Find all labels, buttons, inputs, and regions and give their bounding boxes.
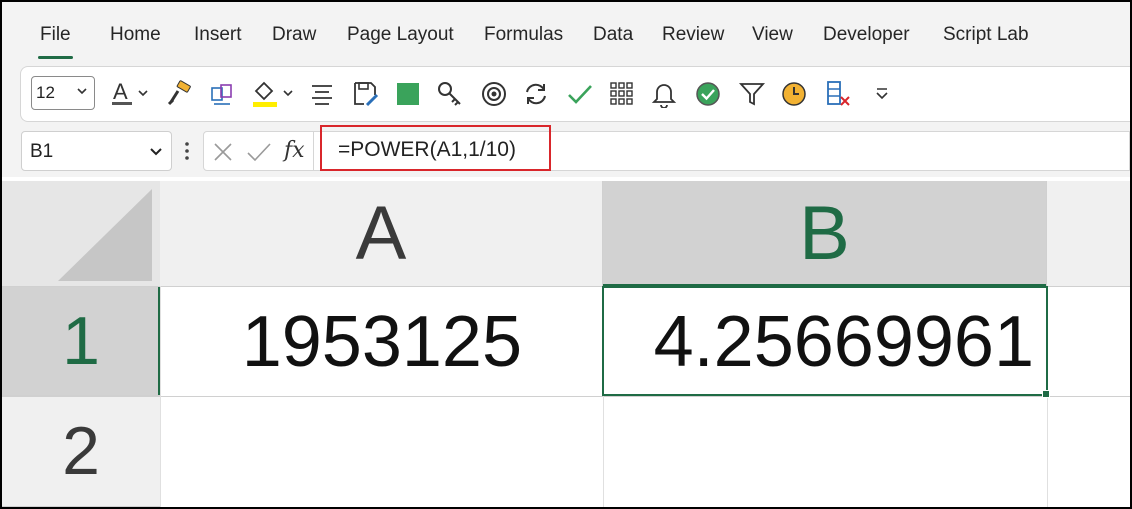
save-as-icon xyxy=(352,80,380,108)
tab-page-layout[interactable]: Page Layout xyxy=(347,24,454,60)
clock-button[interactable] xyxy=(777,78,811,110)
grid-line xyxy=(160,286,161,507)
target-icon xyxy=(480,80,508,108)
delete-column-icon xyxy=(824,80,852,108)
circle-check-button[interactable] xyxy=(691,78,725,110)
tab-formulas[interactable]: Formulas xyxy=(484,24,563,60)
font-size-select[interactable]: 12 xyxy=(31,76,95,110)
grid-line xyxy=(2,396,1130,397)
save-as-button[interactable] xyxy=(349,78,383,110)
select-all-corner[interactable] xyxy=(2,181,160,286)
more-options-icon xyxy=(872,84,892,104)
chevron-down-icon xyxy=(76,84,88,100)
circle-check-icon xyxy=(694,80,722,108)
row-header-2[interactable]: 2 xyxy=(2,396,160,507)
filter-icon xyxy=(738,80,766,108)
font-color-button[interactable]: A xyxy=(107,78,155,110)
key-icon xyxy=(436,80,464,108)
refresh-button[interactable] xyxy=(519,78,553,110)
bell-icon xyxy=(651,80,677,108)
tab-review[interactable]: Review xyxy=(662,24,724,60)
3d-box-button[interactable] xyxy=(205,78,239,110)
delete-column-button[interactable] xyxy=(821,78,855,110)
tab-file[interactable]: File xyxy=(38,24,73,60)
key-button[interactable] xyxy=(433,78,467,110)
more-vertical-icon[interactable] xyxy=(183,138,191,164)
format-painter-icon xyxy=(166,80,194,108)
align-icon xyxy=(309,82,335,106)
svg-text:A: A xyxy=(113,79,128,104)
fill-color-icon xyxy=(248,79,296,109)
green-square-button[interactable] xyxy=(391,78,425,110)
target-button[interactable] xyxy=(477,78,511,110)
more-options-button[interactable] xyxy=(865,78,899,110)
grid-icon xyxy=(609,81,635,107)
font-color-icon: A xyxy=(109,79,153,109)
enter-check-icon[interactable] xyxy=(246,141,272,168)
check-button[interactable] xyxy=(563,78,597,110)
font-size-value: 12 xyxy=(36,83,55,102)
column-header-b[interactable]: B xyxy=(603,181,1047,286)
tab-view[interactable]: View xyxy=(752,24,793,60)
fill-handle[interactable] xyxy=(1042,390,1050,398)
green-square-icon xyxy=(396,82,420,106)
worksheet-grid: A B 1 2 1953125 4.25669961 xyxy=(2,181,1130,507)
quick-toolbar: 12 A xyxy=(20,66,1130,122)
align-button[interactable] xyxy=(305,78,339,110)
name-box-value: B1 xyxy=(30,141,54,162)
tab-insert[interactable]: Insert xyxy=(194,24,242,60)
selected-cell-border xyxy=(602,286,1048,396)
tab-data[interactable]: Data xyxy=(593,24,633,60)
fill-color-button[interactable] xyxy=(247,78,297,110)
refresh-icon xyxy=(522,80,550,108)
name-box[interactable]: B1 xyxy=(21,131,172,171)
formula-text: =POWER(A1,1/10) xyxy=(338,138,516,161)
tab-draw[interactable]: Draw xyxy=(272,24,316,60)
insert-function-icon[interactable]: fx xyxy=(284,138,305,163)
cancel-icon[interactable] xyxy=(212,141,234,168)
clock-icon xyxy=(780,80,808,108)
tab-script-lab[interactable]: Script Lab xyxy=(943,24,1029,60)
tab-home[interactable]: Home xyxy=(110,24,161,60)
format-painter-button[interactable] xyxy=(163,78,197,110)
chevron-down-icon xyxy=(149,143,163,165)
column-header-a[interactable]: A xyxy=(160,181,603,286)
check-icon xyxy=(566,80,594,108)
row-header-1[interactable]: 1 xyxy=(2,286,160,396)
3d-box-icon xyxy=(208,80,236,108)
filter-button[interactable] xyxy=(735,78,769,110)
formula-actions: fx xyxy=(203,131,314,171)
bell-button[interactable] xyxy=(647,78,681,110)
cell-a1[interactable]: 1953125 xyxy=(162,301,522,383)
grid-button[interactable] xyxy=(605,78,639,110)
tab-developer[interactable]: Developer xyxy=(823,24,910,60)
column-header-empty xyxy=(1047,181,1130,286)
excel-window: File Home Insert Draw Page Layout Formul… xyxy=(0,0,1132,509)
